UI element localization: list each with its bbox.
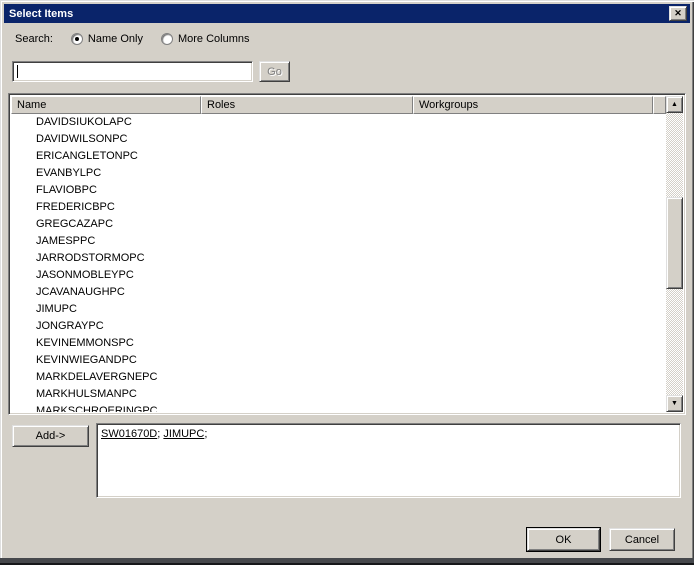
list-item[interactable]: JCAVANAUGHPC (11, 284, 666, 301)
ok-button-label: OK (556, 534, 572, 546)
recipient-well[interactable]: SW01670D; JIMUPC; (96, 423, 681, 498)
radio-more-columns[interactable]: More Columns (161, 33, 250, 45)
list-item[interactable]: JASONMOBLEYPC (11, 267, 666, 284)
select-items-dialog: Select Items ✕ Search: Name Only More Col… (0, 0, 694, 565)
scroll-down-button[interactable]: ▼ (666, 395, 683, 412)
radio-label: More Columns (178, 33, 250, 45)
scroll-up-button[interactable]: ▲ (666, 96, 683, 113)
radio-icon (161, 33, 173, 45)
vertical-scrollbar: ▲ ▼ (666, 96, 683, 412)
resolved-recipient[interactable]: JIMUPC (163, 428, 204, 440)
list-item[interactable]: DAVIDWILSONPC (11, 131, 666, 148)
scrollbar-thumb[interactable] (666, 197, 683, 289)
list-item[interactable]: MARKHULSMANPC (11, 386, 666, 403)
close-icon: ✕ (674, 9, 682, 18)
items-listbox: DAVIDSIUKOLAPCDAVIDWILSONPCERICANGLETONP… (8, 93, 686, 415)
radio-name-only[interactable]: Name Only (71, 33, 143, 45)
cancel-button[interactable]: Cancel (609, 528, 675, 551)
search-input[interactable] (16, 64, 249, 79)
list-item[interactable]: KEVINEMMONSPC (11, 335, 666, 352)
text-caret (17, 65, 18, 78)
radio-dot (75, 37, 79, 41)
list-item[interactable]: JONGRAYPC (11, 318, 666, 335)
column-header-roles[interactable]: Roles (201, 96, 413, 114)
column-header-workgroups[interactable]: Workgroups (413, 96, 653, 114)
list-inner: DAVIDSIUKOLAPCDAVIDWILSONPCERICANGLETONP… (11, 96, 683, 412)
resolved-recipient[interactable]: SW01670D (101, 428, 157, 440)
add-button[interactable]: Add-> (12, 425, 89, 447)
search-options: Search: Name Only More Columns (15, 31, 267, 47)
go-button-label: Go (267, 66, 282, 78)
list-item[interactable]: JARRODSTORMOPC (11, 250, 666, 267)
column-header-filler (653, 96, 666, 114)
titlebar: Select Items ✕ (4, 4, 690, 23)
radio-icon (71, 33, 83, 45)
list-item[interactable]: DAVIDSIUKOLAPC (11, 114, 666, 131)
list-item[interactable]: MARKSCHROERINGPC (11, 403, 666, 412)
list-item[interactable]: FREDERICBPC (11, 199, 666, 216)
window-bottom-edge (0, 558, 694, 565)
list-item[interactable]: KEVINWIEGANDPC (11, 352, 666, 369)
list-item[interactable]: JAMESPPC (11, 233, 666, 250)
list-item[interactable]: EVANBYLPC (11, 165, 666, 182)
list-item[interactable]: ERICANGLETONPC (11, 148, 666, 165)
recipient-text[interactable]: SW01670D; JIMUPC; (101, 427, 676, 494)
list-item[interactable]: MARKDELAVERGNEPC (11, 369, 666, 386)
search-input-field[interactable] (12, 61, 253, 82)
go-button[interactable]: Go (259, 61, 290, 82)
triangle-down-icon: ▼ (671, 400, 678, 407)
cancel-button-label: Cancel (625, 534, 659, 546)
radio-label: Name Only (88, 33, 143, 45)
triangle-up-icon: ▲ (671, 101, 678, 108)
column-header-name[interactable]: Name (11, 96, 201, 114)
list-header: NameRolesWorkgroups (11, 96, 666, 114)
list-item[interactable]: GREGCAZAPC (11, 216, 666, 233)
list-rows: DAVIDSIUKOLAPCDAVIDWILSONPCERICANGLETONP… (11, 114, 666, 412)
list-item[interactable]: FLAVIOBPC (11, 182, 666, 199)
list-item[interactable]: JIMUPC (11, 301, 666, 318)
window-title: Select Items (9, 8, 73, 20)
ok-button[interactable]: OK (527, 528, 600, 551)
add-button-label: Add-> (36, 430, 66, 442)
close-button[interactable]: ✕ (669, 6, 687, 21)
search-label: Search: (15, 33, 53, 45)
